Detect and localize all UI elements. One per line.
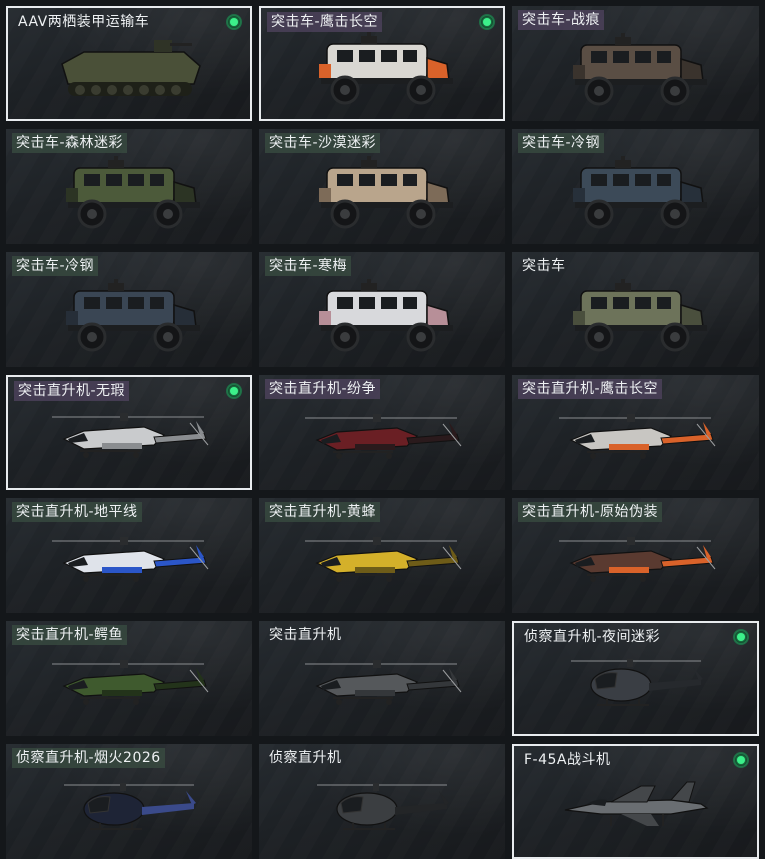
heli-vehicle-icon: [551, 400, 721, 484]
heli-vehicle-icon: [551, 523, 721, 607]
vehicle-skin-card[interactable]: 突击直升机-地平线: [6, 498, 252, 613]
vehicle-skin-name: 突击直升机-鳄鱼: [12, 625, 128, 645]
vehicle-skin-card[interactable]: 突击直升机-鹰击长空: [512, 375, 759, 490]
jet-vehicle-icon: [551, 768, 721, 852]
vehicle-skin-card[interactable]: 突击车-冷钢: [512, 129, 759, 244]
heli-vehicle-icon: [297, 400, 467, 484]
truck-vehicle-icon: [297, 30, 467, 114]
heli-vehicle-icon: [44, 523, 214, 607]
vehicle-skin-name: 侦察直升机-夜间迷彩: [524, 629, 661, 645]
amphibious-vehicle-icon: [44, 30, 214, 114]
vehicle-skin-card[interactable]: 突击车-战痕: [512, 6, 759, 121]
vehicle-skin-name: F-45A战斗机: [524, 752, 611, 768]
vehicle-skin-card[interactable]: 突击直升机-纷争: [259, 375, 505, 490]
vehicle-skin-card[interactable]: 突击车-冷钢: [6, 252, 252, 367]
heli-vehicle-icon: [297, 646, 467, 730]
vehicle-skin-name: 突击车-沙漠迷彩: [265, 133, 381, 153]
vehicle-skin-name: 突击车-冷钢: [12, 256, 99, 276]
vehicle-skin-name: 突击直升机-黄蜂: [265, 502, 381, 522]
heli-vehicle-icon: [44, 646, 214, 730]
scout-vehicle-icon: [551, 645, 721, 729]
vehicle-skin-name: 突击车-战痕: [518, 10, 605, 30]
vehicle-skin-card[interactable]: 突击车-寒梅: [259, 252, 505, 367]
vehicle-skin-name: 突击直升机-鹰击长空: [518, 379, 663, 399]
vehicle-skin-name: 突击车-鹰击长空: [267, 12, 383, 32]
vehicle-skin-name: 突击直升机-地平线: [12, 502, 142, 522]
vehicle-skin-name: 突击直升机-原始伪装: [518, 502, 663, 522]
truck-vehicle-icon: [551, 154, 721, 238]
vehicle-skin-card[interactable]: 侦察直升机-烟火2026: [6, 744, 252, 859]
vehicle-skin-name: 侦察直升机: [269, 750, 342, 766]
equipped-indicator-icon: [733, 752, 749, 768]
vehicle-skin-name: 突击直升机-无瑕: [14, 381, 130, 401]
vehicle-skin-name: 突击车-冷钢: [518, 133, 605, 153]
vehicle-skin-card[interactable]: AAV两栖装甲运输车: [6, 6, 252, 121]
vehicle-skin-card[interactable]: 突击直升机-黄蜂: [259, 498, 505, 613]
vehicle-skin-name: 突击直升机-纷争: [265, 379, 381, 399]
vehicle-skin-card[interactable]: 突击车: [512, 252, 759, 367]
vehicle-skin-card[interactable]: 侦察直升机: [259, 744, 505, 859]
vehicle-skin-card[interactable]: 突击车-沙漠迷彩: [259, 129, 505, 244]
heli-vehicle-icon: [297, 523, 467, 607]
vehicle-skin-card[interactable]: 突击车-森林迷彩: [6, 129, 252, 244]
scout-vehicle-icon: [44, 769, 214, 853]
vehicle-skin-name: 突击直升机: [269, 627, 342, 643]
vehicle-skin-card[interactable]: 突击直升机: [259, 621, 505, 736]
vehicle-skin-name: 突击车-森林迷彩: [12, 133, 128, 153]
scout-vehicle-icon: [297, 769, 467, 853]
truck-vehicle-icon: [551, 277, 721, 361]
equipped-indicator-icon: [479, 14, 495, 30]
vehicle-skin-name: 侦察直升机-烟火2026: [12, 748, 165, 768]
vehicle-skin-card[interactable]: 突击直升机-无瑕: [6, 375, 252, 490]
truck-vehicle-icon: [297, 277, 467, 361]
heli-vehicle-icon: [44, 399, 214, 483]
vehicle-skin-card[interactable]: 侦察直升机-夜间迷彩: [512, 621, 759, 736]
equipped-indicator-icon: [733, 629, 749, 645]
vehicle-skin-name: AAV两栖装甲运输车: [18, 14, 150, 30]
truck-vehicle-icon: [551, 31, 721, 115]
vehicle-skin-grid: AAV两栖装甲运输车 突击车-鹰击长空 突击车-战痕 突击车-森林迷彩 突击车-…: [0, 0, 765, 859]
vehicle-skin-name: 突击车: [522, 258, 566, 274]
truck-vehicle-icon: [297, 154, 467, 238]
equipped-indicator-icon: [226, 14, 242, 30]
truck-vehicle-icon: [44, 277, 214, 361]
equipped-indicator-icon: [226, 383, 242, 399]
vehicle-skin-card[interactable]: 突击直升机-鳄鱼: [6, 621, 252, 736]
vehicle-skin-card[interactable]: 突击车-鹰击长空: [259, 6, 505, 121]
truck-vehicle-icon: [44, 154, 214, 238]
vehicle-skin-card[interactable]: 突击直升机-原始伪装: [512, 498, 759, 613]
vehicle-skin-name: 突击车-寒梅: [265, 256, 352, 276]
vehicle-skin-card[interactable]: F-45A战斗机: [512, 744, 759, 859]
